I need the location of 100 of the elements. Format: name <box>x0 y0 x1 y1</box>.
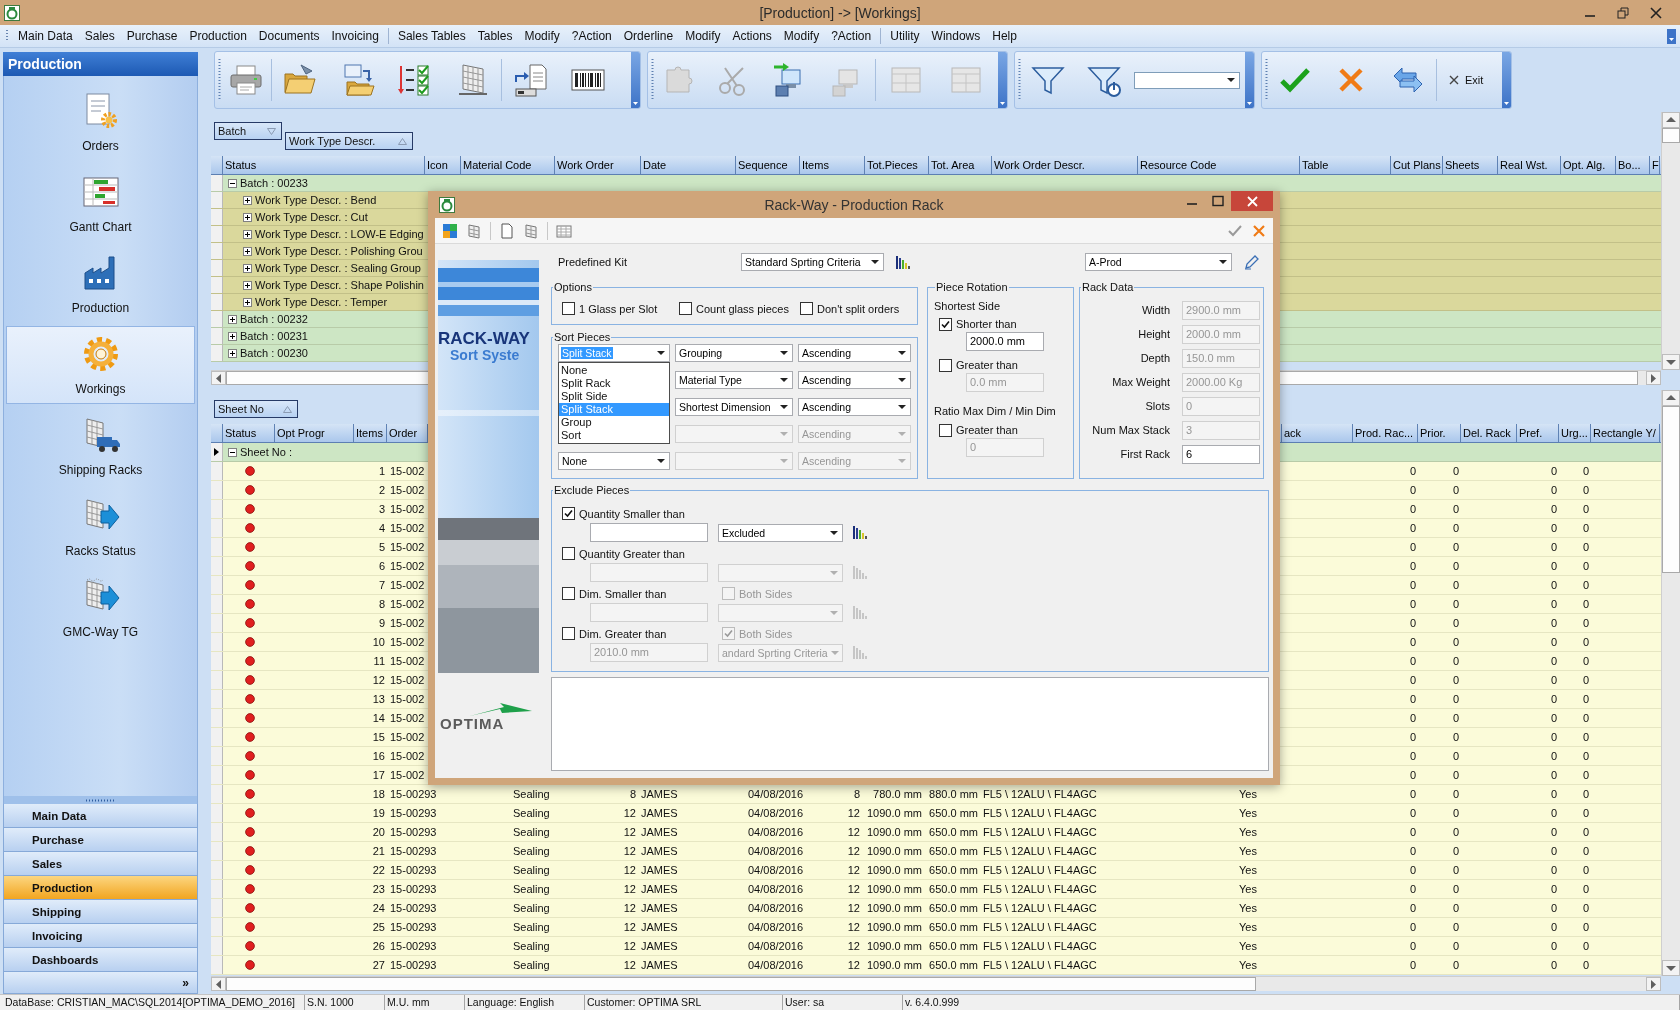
sort-order-dropdown[interactable]: Ascending <box>798 398 911 416</box>
exclude-action-dropdown[interactable]: Excluded <box>718 523 843 542</box>
expand-icon[interactable] <box>243 246 252 256</box>
exit-button[interactable]: Exit <box>1443 66 1490 94</box>
checkbox[interactable] <box>939 358 952 372</box>
column-header[interactable]: Tot.Pieces <box>865 156 929 174</box>
checkbox[interactable] <box>679 302 692 315</box>
column-header[interactable]: Real Wst. <box>1498 156 1561 174</box>
menu-item[interactable]: Purchase <box>120 29 184 43</box>
nav-button[interactable]: Main Data <box>3 804 198 828</box>
scrollbar-thumb[interactable] <box>1662 406 1680 573</box>
dropdown-option[interactable]: Group <box>559 416 669 429</box>
column-header[interactable]: Status <box>223 424 275 442</box>
group-by-chip[interactable]: Sheet No <box>214 400 298 418</box>
exclude-action-dropdown[interactable] <box>718 563 843 582</box>
toolbar-options-button[interactable] <box>998 52 1007 108</box>
sidebar-item[interactable]: Gantt Chart <box>6 164 195 242</box>
column-header[interactable]: Urg... <box>1559 424 1591 442</box>
notes-field[interactable] <box>551 677 1269 771</box>
group-by-chip[interactable]: Batch <box>214 122 282 140</box>
checkbox[interactable] <box>722 627 735 640</box>
expand-icon[interactable] <box>243 280 252 290</box>
column-header[interactable]: Bo... <box>1616 156 1650 174</box>
sidebar-item[interactable]: GMC-Way TG <box>6 569 195 647</box>
sidebar-item[interactable]: Shipping Racks <box>6 407 195 485</box>
table-row[interactable]: 21 15-00293 Sealing 12 JAMES 04/08/2016 12 1090.0 mm 650.0 mm FL5 \ 12ALU \ FL4AGC Yes 0 0 0 0 <box>211 842 1661 861</box>
scroll-right-button[interactable] <box>1646 977 1661 991</box>
column-header[interactable]: Prod. Rac... <box>1353 424 1418 442</box>
expand-icon[interactable] <box>243 195 252 205</box>
sort-order-dropdown[interactable]: Ascending <box>798 371 911 389</box>
menu-item[interactable]: Modify <box>679 29 727 43</box>
rack-icon[interactable] <box>523 222 539 239</box>
menu-item[interactable]: Production <box>183 29 253 43</box>
table-row[interactable]: 22 15-00293 Sealing 12 JAMES 04/08/2016 12 1090.0 mm 650.0 mm FL5 \ 12ALU \ FL4AGC Yes 0 0 0 0 <box>211 861 1661 880</box>
expand-icon[interactable] <box>228 314 237 324</box>
document-icon[interactable] <box>499 222 515 239</box>
toolbar-options-button[interactable] <box>1245 52 1254 108</box>
column-header[interactable]: Work Order <box>555 156 641 174</box>
menu-item[interactable]: Documents <box>252 29 326 43</box>
menu-item[interactable]: ?Action <box>825 29 878 43</box>
table-row[interactable]: 27 15-00293 Sealing 12 JAMES 04/08/2016 12 1090.0 mm 650.0 mm FL5 \ 12ALU \ FL4AGC Yes 0 0 0 0 <box>211 956 1661 975</box>
table-icon[interactable] <box>556 222 572 239</box>
scroll-right-button[interactable] <box>1646 371 1661 385</box>
rack-icon[interactable] <box>466 222 482 239</box>
horizontal-scrollbar[interactable] <box>211 976 1661 991</box>
checkbox[interactable] <box>939 423 952 437</box>
column-header[interactable]: Cut Plans <box>1391 156 1443 174</box>
dropdown-option[interactable]: Split Side <box>559 390 669 403</box>
menu-item[interactable]: Utility <box>884 29 926 43</box>
menu-item[interactable]: ?Action <box>565 29 618 43</box>
input-field[interactable] <box>590 603 708 622</box>
maximize-icon[interactable] <box>1212 195 1224 207</box>
sidebar-item[interactable]: Racks Status <box>6 488 195 566</box>
column-header[interactable]: Sheets <box>1443 156 1498 174</box>
menu-item[interactable]: Invoicing <box>325 29 385 43</box>
menu-item[interactable]: Help <box>986 29 1023 43</box>
pencil-icon[interactable] <box>1243 254 1259 270</box>
menu-item[interactable]: Sales <box>78 29 121 43</box>
checkbox[interactable] <box>562 587 575 600</box>
checkbox[interactable] <box>562 627 575 640</box>
column-header[interactable]: Prior. <box>1418 424 1461 442</box>
close-icon[interactable] <box>1649 6 1662 19</box>
scrollbar-thumb[interactable] <box>226 977 1256 991</box>
row-selector[interactable] <box>211 443 223 461</box>
scroll-left-button[interactable] <box>211 977 226 991</box>
overflow-icon[interactable] <box>1667 28 1676 44</box>
input-field[interactable] <box>590 563 708 582</box>
column-header[interactable]: Date <box>641 156 736 174</box>
vertical-scrollbar[interactable] <box>1661 390 1680 976</box>
column-header[interactable]: Tot. Area <box>929 156 992 174</box>
nav-button[interactable]: Dashboards <box>3 948 198 972</box>
sidebar-item[interactable]: Production <box>6 245 195 323</box>
column-header[interactable]: Icon <box>425 156 461 174</box>
close-button[interactable] <box>1231 191 1273 211</box>
nav-button[interactable]: Shipping <box>3 900 198 924</box>
expand-icon[interactable] <box>243 229 252 239</box>
expand-icon[interactable] <box>243 263 252 273</box>
group-by-chip[interactable]: Work Type Descr. <box>285 132 413 150</box>
column-header[interactable]: Status <box>223 156 425 174</box>
sort-criterion-dropdown[interactable]: None <box>558 452 670 470</box>
menu-item[interactable]: Actions <box>726 29 778 43</box>
checkbox[interactable] <box>562 507 575 520</box>
column-header[interactable]: Items <box>354 424 387 442</box>
menu-item[interactable]: Modify <box>777 29 826 43</box>
sort-order-dropdown[interactable]: Ascending <box>798 344 911 362</box>
x-mark-icon[interactable] <box>1251 222 1267 239</box>
scrollbar-thumb[interactable] <box>1662 128 1680 143</box>
dropdown-option[interactable]: None <box>559 364 669 377</box>
number-field[interactable]: 2000.0 mm <box>966 332 1044 351</box>
filter-dropdown[interactable] <box>1134 71 1240 89</box>
column-header[interactable]: Table <box>1300 156 1391 174</box>
bar-chart-icon[interactable] <box>896 255 911 269</box>
more-button[interactable]: » <box>3 972 198 994</box>
checkbox[interactable] <box>722 587 735 600</box>
expand-icon[interactable] <box>243 212 252 222</box>
printer-icon[interactable] <box>228 62 264 98</box>
menu-item[interactable]: Tables <box>471 29 519 43</box>
column-header[interactable]: Opt. Alg. <box>1561 156 1616 174</box>
column-header[interactable]: Opt Progr <box>275 424 354 442</box>
sort-field-dropdown[interactable]: Material Type <box>675 371 793 389</box>
